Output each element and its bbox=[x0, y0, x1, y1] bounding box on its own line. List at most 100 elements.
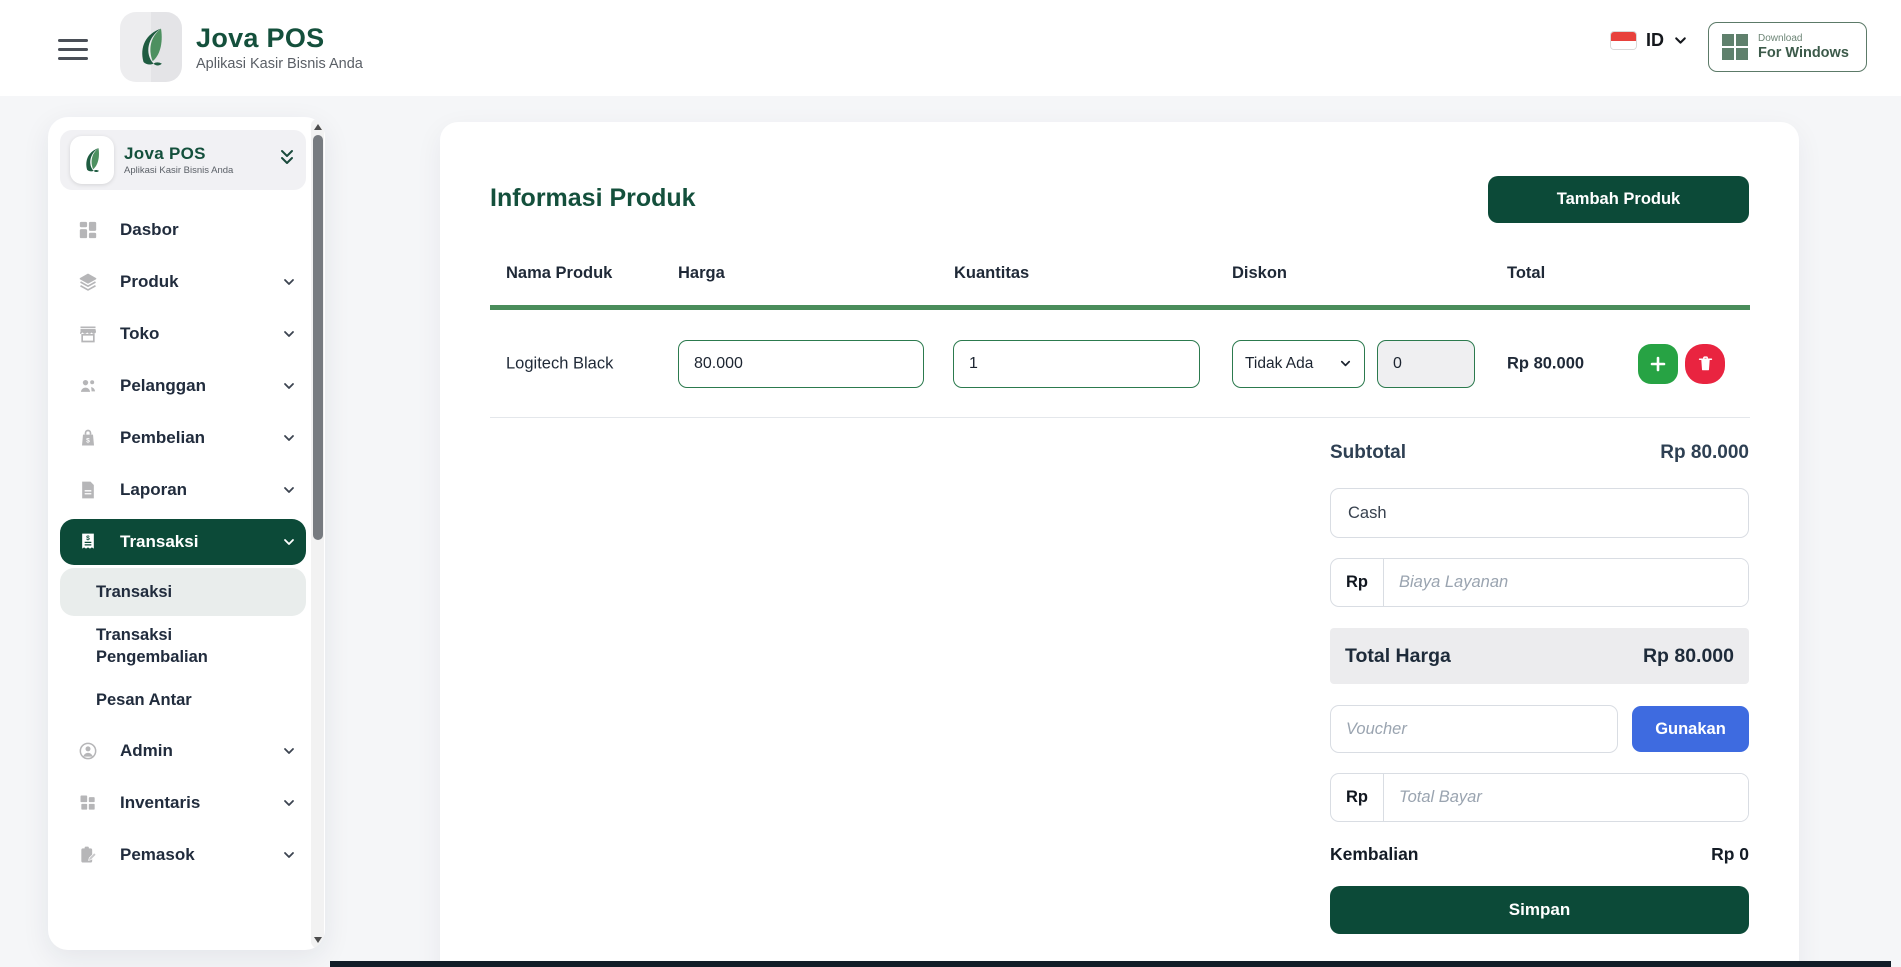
admin-icon bbox=[76, 741, 100, 761]
column-header-harga: Harga bbox=[678, 264, 725, 283]
total-price-band: Total Harga Rp 80.000 bbox=[1330, 628, 1749, 684]
product-table-row: Logitech Black Tidak Ada Rp 80.000 bbox=[490, 310, 1750, 418]
use-voucher-button[interactable]: Gunakan bbox=[1632, 706, 1749, 752]
discount-type-value: Tidak Ada bbox=[1245, 355, 1313, 373]
change-row: Kembalian Rp 0 bbox=[1330, 844, 1749, 865]
column-header-nama-produk: Nama Produk bbox=[506, 264, 612, 283]
top-header: Jova POS Aplikasi Kasir Bisnis Anda ID D… bbox=[0, 0, 1901, 96]
report-icon bbox=[76, 480, 100, 500]
footer-edge bbox=[330, 961, 1891, 967]
inventory-icon bbox=[76, 793, 100, 813]
sidebar-item-laporan[interactable]: Laporan bbox=[60, 464, 306, 516]
sidebar-item-pelanggan[interactable]: Pelanggan bbox=[60, 360, 306, 412]
scrollbar-down-arrow-icon[interactable] bbox=[314, 937, 322, 943]
sidebar-item-label: Toko bbox=[120, 324, 159, 344]
scrollbar-up-arrow-icon[interactable] bbox=[314, 124, 322, 130]
product-name: Logitech Black bbox=[506, 354, 613, 373]
chevron-down-icon bbox=[282, 535, 296, 549]
chevron-down-icon bbox=[282, 483, 296, 497]
sidebar-subitem-label: Transaksi Pengembalian bbox=[96, 624, 260, 669]
product-info-panel: Informasi Produk Tambah Produk Nama Prod… bbox=[440, 122, 1799, 967]
page-title: Informasi Produk bbox=[490, 184, 696, 213]
chevron-down-icon bbox=[1339, 357, 1352, 370]
payment-method-select[interactable]: Cash bbox=[1330, 488, 1749, 538]
total-pay-field: Rp bbox=[1330, 773, 1749, 822]
total-price-label: Total Harga bbox=[1345, 645, 1451, 668]
sidebar-app-title: Jova POS bbox=[124, 144, 233, 164]
subtotal-label: Subtotal bbox=[1330, 442, 1406, 464]
sidebar-brand-card[interactable]: Jova POS Aplikasi Kasir Bisnis Anda bbox=[60, 130, 306, 190]
language-selector[interactable]: ID bbox=[1610, 30, 1688, 51]
sidebar-item-label: Laporan bbox=[120, 480, 187, 500]
chevron-down-icon bbox=[282, 275, 296, 289]
change-label: Kembalian bbox=[1330, 844, 1419, 865]
plus-icon bbox=[1649, 355, 1667, 373]
voucher-row: Gunakan bbox=[1330, 705, 1749, 753]
jova-pos-logo-icon bbox=[120, 12, 182, 82]
sidebar-item-inventaris[interactable]: Inventaris bbox=[60, 777, 306, 829]
svg-text:$: $ bbox=[86, 438, 90, 445]
indonesia-flag-icon bbox=[1610, 31, 1637, 50]
sidebar-item-label: Admin bbox=[120, 741, 173, 761]
price-input[interactable] bbox=[678, 340, 924, 388]
hamburger-menu-icon[interactable] bbox=[58, 33, 92, 63]
customers-icon bbox=[76, 376, 100, 396]
app-screen: Jova POS Aplikasi Kasir Bisnis Anda ID D… bbox=[0, 0, 1901, 967]
service-fee-input[interactable] bbox=[1384, 559, 1748, 606]
chevron-down-icon bbox=[282, 327, 296, 341]
sidebar-item-produk[interactable]: Produk bbox=[60, 256, 306, 308]
chevron-down-icon bbox=[282, 379, 296, 393]
add-row-button[interactable] bbox=[1638, 344, 1678, 384]
sidebar-item-label: Pelanggan bbox=[120, 376, 206, 396]
sidebar-item-admin[interactable]: Admin bbox=[60, 725, 306, 777]
add-product-button[interactable]: Tambah Produk bbox=[1488, 176, 1749, 223]
sidebar-scrollbar[interactable] bbox=[311, 119, 324, 948]
sidebar-item-transaksi[interactable]: $ Transaksi bbox=[60, 519, 306, 565]
sidebar-item-label: Dasbor bbox=[120, 220, 179, 240]
scrollbar-thumb[interactable] bbox=[313, 135, 323, 540]
download-windows-button[interactable]: Download For Windows bbox=[1708, 22, 1867, 72]
jova-pos-logo-icon bbox=[70, 136, 114, 184]
subtotal-row: Subtotal Rp 80.000 bbox=[1330, 442, 1749, 464]
supplier-icon bbox=[76, 845, 100, 865]
sidebar-subitem-label: Transaksi bbox=[96, 583, 172, 602]
store-icon bbox=[76, 324, 100, 344]
sidebar-item-toko[interactable]: Toko bbox=[60, 308, 306, 360]
sidebar-item-dasbor[interactable]: Dasbor bbox=[60, 204, 306, 256]
column-header-total: Total bbox=[1507, 264, 1545, 283]
chevron-down-icon bbox=[282, 744, 296, 758]
sidebar-item-pembelian[interactable]: $ Pembelian bbox=[60, 412, 306, 464]
sidebar-item-label: Transaksi bbox=[120, 532, 198, 552]
column-header-kuantitas: Kuantitas bbox=[954, 264, 1029, 283]
column-header-diskon: Diskon bbox=[1232, 264, 1287, 283]
total-pay-input[interactable] bbox=[1384, 774, 1748, 821]
purchase-bag-icon: $ bbox=[76, 428, 100, 448]
save-button[interactable]: Simpan bbox=[1330, 886, 1749, 934]
app-title: Jova POS bbox=[196, 23, 363, 54]
change-value: Rp 0 bbox=[1711, 844, 1749, 865]
svg-text:$: $ bbox=[86, 535, 90, 542]
voucher-input[interactable] bbox=[1330, 705, 1618, 753]
chevron-down-icon bbox=[282, 796, 296, 810]
sidebar-item-label: Inventaris bbox=[120, 793, 200, 813]
sidebar-subitem-pesan-antar[interactable]: Pesan Antar bbox=[60, 677, 306, 725]
quantity-input[interactable] bbox=[953, 340, 1200, 388]
total-price-value: Rp 80.000 bbox=[1643, 645, 1734, 668]
sidebar-item-pemasok[interactable]: Pemasok bbox=[60, 829, 306, 881]
sidebar: Jova POS Aplikasi Kasir Bisnis Anda Dasb… bbox=[48, 117, 325, 950]
sidebar-subitem-transaksi[interactable]: Transaksi bbox=[60, 568, 306, 616]
sidebar-subitem-label: Pesan Antar bbox=[96, 691, 192, 710]
discount-type-select[interactable]: Tidak Ada bbox=[1232, 340, 1365, 388]
receipt-icon: $ bbox=[76, 532, 100, 552]
sidebar-subitem-transaksi-pengembalian[interactable]: Transaksi Pengembalian bbox=[60, 616, 270, 677]
download-label: Download bbox=[1758, 33, 1849, 44]
dashboard-icon bbox=[76, 220, 100, 240]
double-chevron-collapse-icon[interactable] bbox=[278, 148, 296, 173]
sidebar-item-label: Produk bbox=[120, 272, 179, 292]
row-total: Rp 80.000 bbox=[1507, 354, 1584, 373]
sidebar-app-tagline: Aplikasi Kasir Bisnis Anda bbox=[124, 165, 233, 176]
package-icon bbox=[76, 272, 100, 292]
delete-row-button[interactable] bbox=[1685, 344, 1725, 384]
chevron-down-icon bbox=[282, 431, 296, 445]
discount-value-input[interactable] bbox=[1377, 340, 1475, 388]
